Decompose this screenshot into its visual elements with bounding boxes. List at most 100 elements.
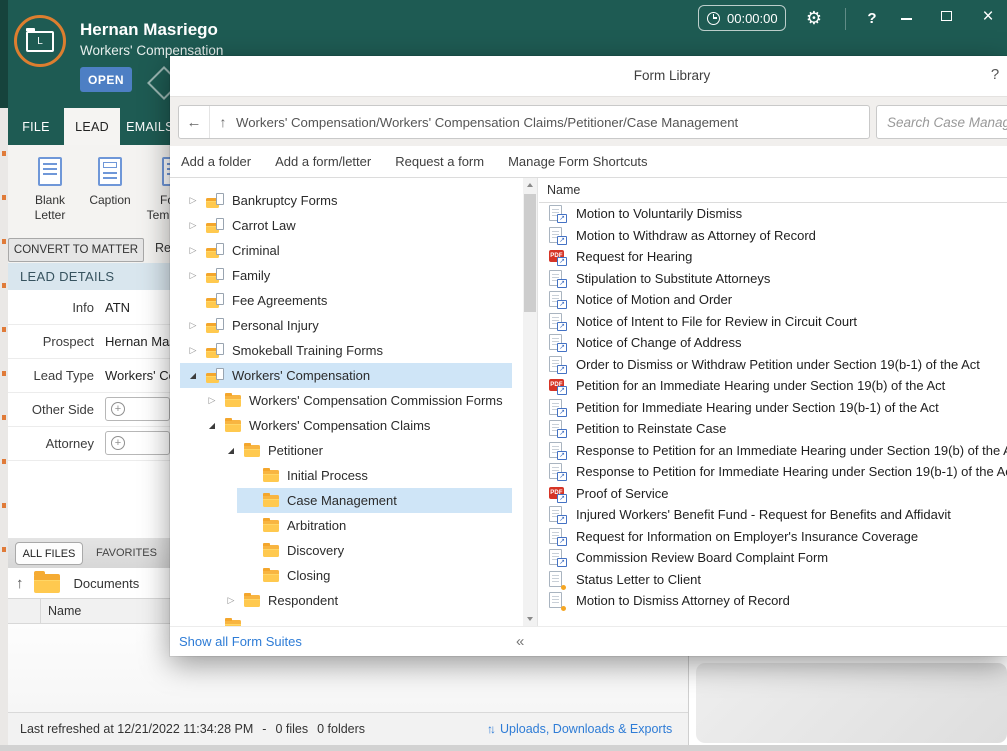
suite-folder-icon bbox=[206, 318, 224, 333]
form-list-item[interactable]: PDF↗Petition for an Immediate Hearing un… bbox=[539, 375, 1007, 396]
collapsed-arrow-icon[interactable]: ▷ bbox=[190, 320, 197, 331]
form-list: Name ↗Motion to Voluntarily Dismiss↗Moti… bbox=[539, 178, 1007, 656]
form-list-item[interactable]: ↗Commission Review Board Complaint Form bbox=[539, 547, 1007, 568]
help-button[interactable]: ? bbox=[860, 7, 884, 31]
tab-favorites[interactable]: FAVORITES bbox=[96, 538, 157, 568]
tree-item[interactable]: ▷Bankruptcy Forms bbox=[180, 188, 512, 213]
list-header[interactable]: Name bbox=[539, 178, 1007, 203]
form-name: Commission Review Board Complaint Form bbox=[576, 550, 828, 565]
expanded-arrow-icon[interactable]: ◢ bbox=[190, 371, 196, 380]
collapsed-arrow-icon[interactable]: ▷ bbox=[190, 245, 197, 256]
form-list-item[interactable]: ↗Response to Petition for an Immediate H… bbox=[539, 440, 1007, 461]
tree-item[interactable] bbox=[199, 613, 512, 626]
ribbon-item-blank[interactable]: BlankLetter bbox=[21, 157, 79, 223]
search-input[interactable] bbox=[876, 105, 1007, 139]
form-icon-slot: ↗ bbox=[549, 506, 569, 523]
files-column-header[interactable]: Name bbox=[8, 598, 170, 624]
tree-item[interactable]: Initial Process bbox=[237, 463, 512, 488]
collapsed-arrow-icon[interactable]: ▷ bbox=[228, 595, 235, 606]
tree-item[interactable]: ▷ Carrot Law bbox=[180, 213, 512, 238]
tree-item[interactable]: Fee Agreements bbox=[180, 288, 512, 313]
form-list-item[interactable]: PDF↗Proof of Service bbox=[539, 483, 1007, 504]
collapse-tree-icon[interactable]: « bbox=[516, 627, 524, 656]
dialog-help-button[interactable]: ? bbox=[985, 65, 1005, 85]
expand-arrow-slot: ◢ bbox=[199, 421, 225, 430]
transfers-link[interactable]: ↑↓ Uploads, Downloads & Exports bbox=[487, 713, 672, 745]
tree-item[interactable]: ▷Smokeball Training Forms bbox=[180, 338, 512, 363]
show-all-form-suites-link[interactable]: Show all Form Suites bbox=[179, 627, 302, 656]
form-list-item[interactable]: ↗Motion to Withdraw as Attorney of Recor… bbox=[539, 225, 1007, 246]
form-list-item[interactable]: ↗Response to Petition for Immediate Hear… bbox=[539, 461, 1007, 482]
add-form-letter-link[interactable]: Add a form/letter bbox=[275, 154, 371, 169]
form-list-item[interactable]: ↗Petition for Immediate Hearing under Se… bbox=[539, 397, 1007, 418]
close-button[interactable]: × bbox=[975, 4, 1001, 30]
collapsed-arrow-icon[interactable]: ▷ bbox=[190, 345, 197, 356]
attorney-add-field[interactable]: + bbox=[105, 431, 170, 455]
tree-item[interactable]: ▷Criminal bbox=[180, 238, 512, 263]
timer-widget[interactable]: 00:00:00 bbox=[698, 5, 786, 31]
tab-all-files[interactable]: ALL FILES bbox=[15, 542, 83, 565]
up-level-icon[interactable]: ↑ bbox=[210, 114, 236, 130]
form-list-item[interactable]: ↗Stipulation to Substitute Attorneys bbox=[539, 268, 1007, 289]
form-list-item[interactable]: ↗Motion to Voluntarily Dismiss bbox=[539, 203, 1007, 224]
tree-item[interactable]: ▷Family bbox=[180, 263, 512, 288]
back-button[interactable]: ← bbox=[179, 106, 210, 138]
minimize-button[interactable] bbox=[901, 18, 912, 20]
form-list-item[interactable]: ↗Notice of Change of Address bbox=[539, 332, 1007, 353]
manage-form-shortcuts-link[interactable]: Manage Form Shortcuts bbox=[508, 154, 647, 169]
collapsed-arrow-icon[interactable]: ▷ bbox=[190, 270, 197, 281]
tree-item[interactable]: Case Management bbox=[237, 488, 512, 513]
shortcut-arrow-icon: ↗ bbox=[557, 257, 567, 266]
form-name: Notice of Motion and Order bbox=[576, 292, 732, 307]
collapsed-arrow-icon[interactable]: ▷ bbox=[190, 220, 197, 231]
settings-gear-icon[interactable]: ⚙ bbox=[801, 5, 827, 31]
tree-item[interactable]: ◢Petitioner bbox=[218, 438, 512, 463]
tab-lead[interactable]: LEAD bbox=[64, 108, 120, 145]
form-list-item[interactable]: PDF↗Request for Hearing bbox=[539, 246, 1007, 267]
request-form-link[interactable]: Request a form bbox=[395, 154, 484, 169]
dialog-title: Form Library bbox=[634, 68, 711, 83]
form-list-item[interactable]: ↗Notice of Motion and Order bbox=[539, 289, 1007, 310]
tree-item[interactable]: ◢Workers' Compensation Claims bbox=[199, 413, 512, 438]
scrollbar-thumb[interactable] bbox=[524, 194, 536, 312]
form-list-item[interactable]: ↗Notice of Intent to File for Review in … bbox=[539, 311, 1007, 332]
documents-label[interactable]: Documents bbox=[74, 576, 140, 591]
expanded-arrow-icon[interactable]: ◢ bbox=[209, 421, 215, 430]
tree-item[interactable]: Closing bbox=[237, 563, 512, 588]
form-list-item[interactable]: Status Letter to Client bbox=[539, 569, 1007, 590]
form-list-item[interactable]: ↗Injured Workers' Benefit Fund - Request… bbox=[539, 504, 1007, 525]
maximize-button[interactable] bbox=[941, 11, 952, 21]
add-folder-link[interactable]: Add a folder bbox=[181, 154, 251, 169]
collapsed-arrow-icon[interactable]: ▷ bbox=[209, 395, 216, 406]
form-list-item[interactable]: Motion to Dismiss Attorney of Record bbox=[539, 590, 1007, 611]
scroll-down-icon[interactable] bbox=[523, 612, 537, 626]
folder-up-icon[interactable]: ↑ bbox=[16, 575, 24, 592]
tree-item[interactable]: Discovery bbox=[237, 538, 512, 563]
shortcut-arrow-icon: ↗ bbox=[557, 386, 567, 395]
breadcrumb-path[interactable]: Workers' Compensation/Workers' Compensat… bbox=[236, 115, 738, 130]
form-list-item[interactable]: ↗Request for Information on Employer's I… bbox=[539, 526, 1007, 547]
tree-item[interactable]: Arbitration bbox=[237, 513, 512, 538]
form-list-item[interactable]: ↗Order to Dismiss or Withdraw Petition u… bbox=[539, 354, 1007, 375]
convert-to-matter-button[interactable]: CONVERT TO MATTER bbox=[8, 238, 144, 262]
expanded-arrow-icon[interactable]: ◢ bbox=[228, 446, 234, 455]
other-side-add-field[interactable]: + bbox=[105, 397, 170, 421]
documents-folder-icon[interactable] bbox=[34, 574, 60, 593]
tree-item[interactable]: ◢Workers' Compensation bbox=[180, 363, 512, 388]
ribbon-item-caption[interactable]: Caption bbox=[81, 157, 139, 208]
tree-item[interactable]: ▷Personal Injury bbox=[180, 313, 512, 338]
tab-file[interactable]: FILE bbox=[10, 108, 62, 145]
tree-item[interactable]: ▷Respondent bbox=[218, 588, 512, 613]
tree-scrollbar[interactable] bbox=[523, 178, 537, 626]
tree-item[interactable]: ▷Workers' Compensation Commission Forms bbox=[199, 388, 512, 413]
form-library-dialog: Form Library ? ← ↑ Workers' Compensation… bbox=[170, 56, 1007, 656]
open-button[interactable]: OPEN bbox=[80, 67, 132, 92]
collapsed-arrow-icon[interactable]: ▷ bbox=[190, 195, 197, 206]
tree-item-label: Carrot Law bbox=[232, 218, 296, 233]
clipped-ribbon-button[interactable]: Re bbox=[155, 241, 171, 255]
form-list-item[interactable]: ↗Petition to Reinstate Case bbox=[539, 418, 1007, 439]
scroll-up-icon[interactable] bbox=[523, 178, 537, 192]
field-label: Lead Type bbox=[8, 368, 94, 383]
form-icon-slot: PDF↗ bbox=[549, 485, 569, 502]
form-name: Motion to Withdraw as Attorney of Record bbox=[576, 228, 816, 243]
